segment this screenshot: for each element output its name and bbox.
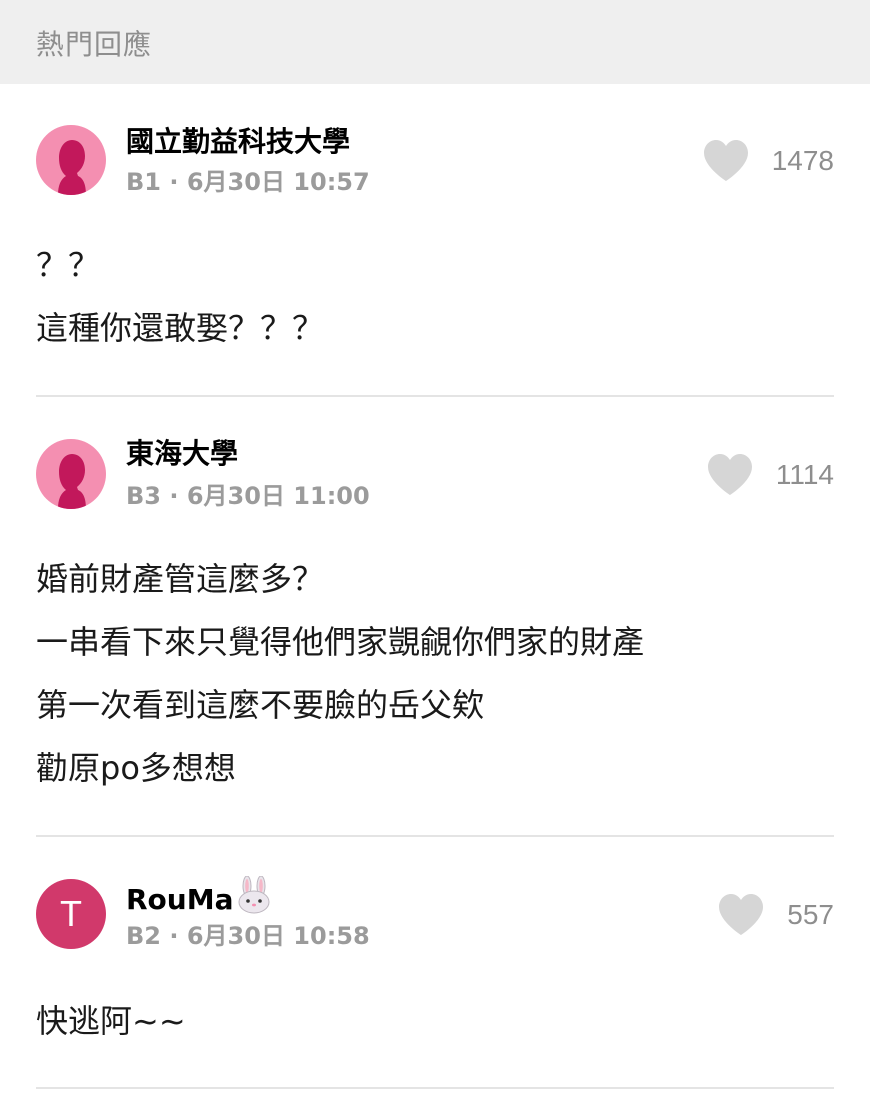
female-silhouette-icon [58,454,86,509]
female-silhouette-icon [58,140,86,195]
comment-line: 第一次看到這麼不要臉的岳父欸 [36,686,485,724]
comment-line: 這種你還敢娶？？？ [36,309,325,347]
heart-icon [707,454,752,495]
avatar[interactable]: T [36,879,106,949]
meta-separator: · [169,168,179,196]
comment-meta: B1 · 6月30日 10:57 [126,166,370,198]
comment-body: ？？ 這種你還敢娶？？？ [36,234,834,360]
comment-line: ？？ [36,246,101,284]
like-button[interactable]: 557 [717,890,834,940]
timestamp: 6月30日 11:00 [186,482,370,510]
divider [36,395,834,397]
comment-item[interactable]: 國立勤益科技大學 B1 · 6月30日 10:57 1478 ？？ 這種你還敢娶… [0,84,870,398]
comment-body: 快逃阿~~ [36,990,834,1053]
comment-meta: B2 · 6月30日 10:58 [126,920,370,952]
like-count: 557 [787,899,834,930]
comment-item[interactable]: T RouMa B2 · 6月30日 10:58 557 快逃阿~~ [0,838,870,1093]
comment-line: 快逃阿~~ [36,1002,186,1040]
like-button[interactable]: 1114 [706,450,834,500]
timestamp: 6月30日 10:57 [186,168,370,196]
avatar[interactable] [36,439,106,509]
comment-meta: B3 · 6月30日 11:00 [126,480,370,512]
comment-line: 勸原po多想想 [36,749,236,787]
heart-icon [719,894,764,935]
divider [36,1087,834,1089]
author-name[interactable]: RouMa [126,876,272,918]
meta-separator: · [169,482,179,510]
meta-separator: · [169,922,179,950]
comment-line: 一串看下來只覺得他們家覬覦你們家的財產 [36,623,645,661]
heart-icon [703,140,748,181]
floor-number: B1 [126,168,161,196]
divider [36,835,834,837]
comment-item[interactable]: 東海大學 B3 · 6月30日 11:00 1114 婚前財產管這麼多？ 一串看… [0,398,870,838]
comment-body: 婚前財產管這麼多？ 一串看下來只覺得他們家覬覦你們家的財產 第一次看到這麼不要臉… [36,548,834,800]
timestamp: 6月30日 10:58 [186,922,370,950]
like-count: 1114 [775,459,834,490]
avatar[interactable] [36,125,106,195]
author-name[interactable]: 國立勤益科技大學 [126,124,350,160]
section-title: 熱門回應 [36,28,153,61]
section-header: 熱門回應 [0,0,870,84]
floor-number: B3 [126,482,161,510]
like-count: 1478 [771,145,834,176]
like-button[interactable]: 1478 [702,136,834,186]
comment-line: 婚前財產管這麼多？ [36,560,325,598]
author-name[interactable]: 東海大學 [126,436,238,472]
author-name-text: RouMa [126,883,234,916]
floor-number: B2 [126,922,161,950]
bunny-face-icon [238,876,269,914]
